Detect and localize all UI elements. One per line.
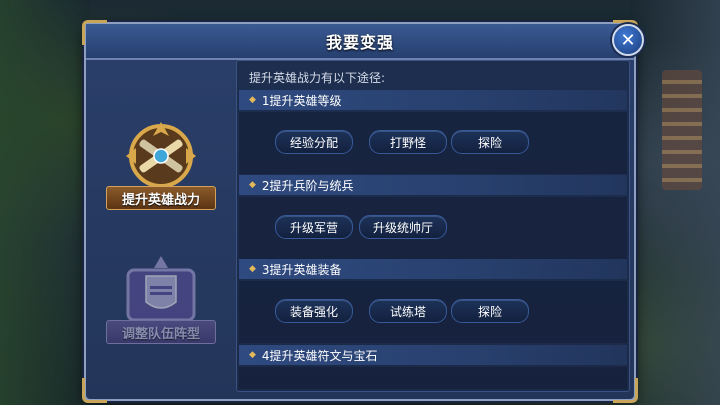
- section-title: 3提升英雄装备: [261, 262, 342, 277]
- background-scenery-right: [630, 0, 720, 405]
- close-button[interactable]: ✕: [612, 24, 644, 56]
- section-title: 2提升兵阶与统兵: [261, 178, 354, 193]
- section-body: 经验分配 打野怪 探险: [239, 112, 627, 174]
- section-body: 升级军营 升级统帅厅: [239, 197, 627, 259]
- section-body: 装备强化 试练塔 探险: [239, 281, 627, 343]
- section-header: ◆ 3提升英雄装备: [239, 259, 627, 279]
- badge-label: 提升英雄战力: [106, 186, 216, 210]
- hunt-monsters-button[interactable]: 打野怪: [369, 130, 447, 154]
- badge-boost-hero-power[interactable]: 提升英雄战力: [106, 116, 216, 216]
- dialog-title: 我要变强: [325, 33, 394, 52]
- section-title: 4提升英雄符文与宝石: [261, 348, 378, 363]
- section-header: ◆ 4提升英雄符文与宝石: [239, 345, 627, 365]
- upgrade-barracks-button[interactable]: 升级军营: [275, 215, 353, 239]
- pagoda-scenery: [662, 70, 702, 190]
- trial-tower-button[interactable]: 试练塔: [369, 299, 447, 323]
- close-icon: ✕: [620, 29, 636, 51]
- badge-label: 调整队伍阵型: [106, 320, 216, 344]
- ways-panel: 提升英雄战力有以下途径: ◆ 1提升英雄等级 经验分配 打野怪 探险 ◆ 2提升…: [236, 60, 630, 392]
- diamond-icon: ◆: [249, 350, 256, 360]
- category-sidebar: 提升英雄战力 调整队伍阵型: [86, 60, 234, 397]
- section-body: [239, 367, 627, 389]
- crossed-swords-shield-icon: [126, 122, 196, 188]
- equipment-enhance-button[interactable]: 装备强化: [275, 299, 353, 323]
- upgrade-command-hall-button[interactable]: 升级统帅厅: [359, 215, 447, 239]
- diamond-icon: ◆: [249, 180, 256, 190]
- section-header: ◆ 2提升兵阶与统兵: [239, 175, 627, 195]
- helmet-shield-icon: [126, 256, 196, 322]
- improve-dialog: 我要变强 提升英雄战力 调整队伍阵型 提升英雄战力有以下途径: ◆ 1提升英雄等…: [82, 20, 638, 403]
- background-scenery-left: [0, 0, 90, 405]
- exp-allocation-button[interactable]: 经验分配: [275, 130, 353, 154]
- diamond-icon: ◆: [249, 264, 256, 274]
- title-bar: 我要变强: [86, 24, 634, 60]
- explore-button[interactable]: 探险: [451, 299, 529, 323]
- badge-adjust-formation[interactable]: 调整队伍阵型: [106, 250, 216, 350]
- section-header: ◆ 1提升英雄等级: [239, 90, 627, 110]
- intro-text: 提升英雄战力有以下途径:: [249, 71, 386, 85]
- explore-button[interactable]: 探险: [451, 130, 529, 154]
- diamond-icon: ◆: [249, 95, 256, 105]
- section-title: 1提升英雄等级: [261, 93, 342, 108]
